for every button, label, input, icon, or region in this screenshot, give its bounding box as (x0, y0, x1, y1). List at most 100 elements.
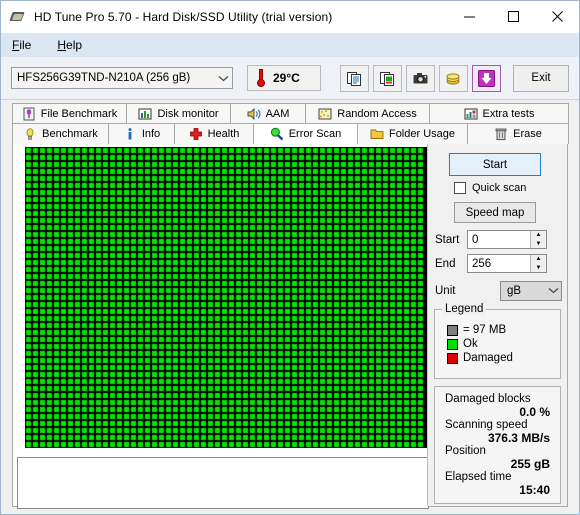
extra-tests-icon (464, 107, 478, 121)
position-value: 255 gB (510, 457, 550, 471)
tab-extra-tests[interactable]: Extra tests (429, 103, 569, 124)
copy-text-icon[interactable] (340, 64, 369, 92)
tab-info[interactable]: Info (108, 123, 175, 144)
start-spinner[interactable]: 0 ▲ ▼ (467, 230, 547, 249)
tab-label: Benchmark (42, 128, 98, 140)
benchmark-bulb-icon (23, 127, 37, 141)
tab-label: File Benchmark (40, 108, 118, 120)
tab-label: Error Scan (288, 128, 342, 140)
end-spin-up-icon[interactable]: ▲ (531, 255, 546, 264)
tab-health[interactable]: Health (174, 123, 254, 144)
legend-item-damaged: Damaged (447, 352, 560, 364)
menu-file[interactable]: File (12, 38, 31, 52)
tab-label: AAM (265, 108, 290, 120)
end-field-row: End 256 ▲ ▼ (435, 254, 547, 273)
app-icon (9, 9, 26, 25)
legend-label: Ok (463, 338, 478, 350)
health-cross-icon (189, 127, 203, 141)
legend-item-ok: Ok (447, 338, 560, 350)
copy-image-icon[interactable] (373, 64, 402, 92)
chevron-down-icon (545, 286, 561, 296)
end-field-value: 256 (472, 257, 492, 270)
download-arrow-icon[interactable] (472, 64, 501, 92)
tab-error-scan[interactable]: Error Scan (253, 123, 358, 144)
end-spin-down-icon[interactable]: ▼ (531, 264, 546, 273)
start-spin-up-icon[interactable]: ▲ (531, 231, 546, 240)
unit-label: Unit (435, 285, 456, 297)
tab-label: Random Access (337, 108, 417, 120)
screenshot-camera-icon[interactable] (406, 64, 435, 92)
legend-item-block-size: = 97 MB (447, 324, 560, 336)
end-spinner[interactable]: 256 ▲ ▼ (467, 254, 547, 273)
end-spinner-buttons[interactable]: ▲ ▼ (530, 255, 546, 272)
tab-aam[interactable]: AAM (230, 103, 306, 124)
exit-button-label: Exit (531, 72, 551, 84)
quick-scan-label: Quick scan (472, 182, 527, 194)
start-spinner-buttons[interactable]: ▲ ▼ (530, 231, 546, 248)
elapsed-time-label: Elapsed time (445, 471, 512, 483)
unit-select-value: gB (507, 285, 522, 297)
disk-monitor-icon (138, 107, 152, 121)
tab-row-2: Benchmark Info Health Error Scan Folder … (12, 123, 569, 144)
error-scan-magnifier-icon (270, 127, 284, 141)
file-benchmark-icon (22, 107, 36, 121)
erase-trash-icon (494, 127, 508, 141)
toolbar-icon-group (340, 64, 501, 92)
tab-folder-usage[interactable]: Folder Usage (357, 123, 468, 144)
start-field-value: 0 (472, 233, 479, 246)
tab-bar: File Benchmark Disk monitor AAM Random A… (1, 100, 579, 144)
tab-row-1: File Benchmark Disk monitor AAM Random A… (12, 103, 569, 124)
start-button-label: Start (482, 158, 508, 171)
legend-label: = 97 MB (463, 324, 507, 336)
folder-usage-icon (370, 127, 384, 141)
tab-random-access[interactable]: Random Access (305, 103, 430, 124)
legend-swatch-red (447, 352, 458, 364)
unit-select[interactable]: gB (500, 281, 562, 301)
window-buttons (447, 1, 579, 32)
tab-file-benchmark[interactable]: File Benchmark (12, 103, 127, 124)
drive-select[interactable]: HFS256G39TND-N210A (256 gB) (11, 67, 233, 89)
start-field-row: Start 0 ▲ ▼ (435, 230, 547, 249)
scan-grid-area[interactable] (25, 147, 429, 448)
legend-title: Legend (442, 303, 487, 315)
menu-help[interactable]: Help (57, 38, 82, 52)
coins-icon[interactable] (439, 64, 468, 92)
start-button[interactable]: Start (449, 153, 541, 176)
start-spin-down-icon[interactable]: ▼ (531, 240, 546, 249)
scan-block-grid[interactable] (25, 147, 429, 448)
scanning-speed-label: Scanning speed (445, 419, 528, 431)
speed-map-label: Speed map (465, 206, 525, 219)
close-icon[interactable] (535, 1, 579, 32)
hd-tune-window: HD Tune Pro 5.70 - Hard Disk/SSD Utility… (0, 0, 580, 515)
error-scan-panel: Start Quick scan Speed map Start 0 ▲ ▼ E… (12, 144, 568, 509)
thermometer-icon (253, 68, 269, 88)
quick-scan-row[interactable]: Quick scan (454, 182, 526, 194)
aam-speaker-icon (247, 107, 261, 121)
quick-scan-checkbox[interactable] (454, 182, 466, 194)
legend-label: Damaged (463, 352, 513, 364)
tab-benchmark[interactable]: Benchmark (12, 123, 109, 144)
tab-erase[interactable]: Erase (467, 123, 569, 144)
damaged-blocks-label: Damaged blocks (445, 393, 531, 405)
tab-label: Health (207, 128, 240, 140)
speed-map-button[interactable]: Speed map (454, 202, 536, 223)
minimize-icon[interactable] (447, 1, 491, 32)
scanning-speed-value: 376.3 MB/s (487, 431, 550, 445)
stats-group: Damaged blocks 0.0 % Scanning speed 376.… (434, 386, 561, 504)
temperature-display: 29°C (247, 65, 321, 91)
tab-label: Disk monitor (157, 108, 219, 120)
scan-controls-panel: Start Quick scan Speed map Start 0 ▲ ▼ E… (427, 144, 567, 506)
toolbar: HFS256G39TND-N210A (256 gB) 29°C Exit (1, 57, 579, 100)
maximize-icon[interactable] (491, 1, 535, 32)
start-field-label: Start (435, 233, 460, 246)
random-access-icon (318, 107, 332, 121)
damaged-blocks-value: 0.0 % (519, 405, 550, 419)
exit-button[interactable]: Exit (513, 64, 569, 92)
position-label: Position (445, 445, 486, 457)
unit-row: Unit gB (435, 281, 574, 301)
info-icon (123, 127, 137, 141)
title-bar: HD Tune Pro 5.70 - Hard Disk/SSD Utility… (1, 1, 579, 33)
tab-disk-monitor[interactable]: Disk monitor (126, 103, 231, 124)
elapsed-time-value: 15:40 (519, 483, 550, 497)
legend-swatch-gray (447, 324, 458, 336)
